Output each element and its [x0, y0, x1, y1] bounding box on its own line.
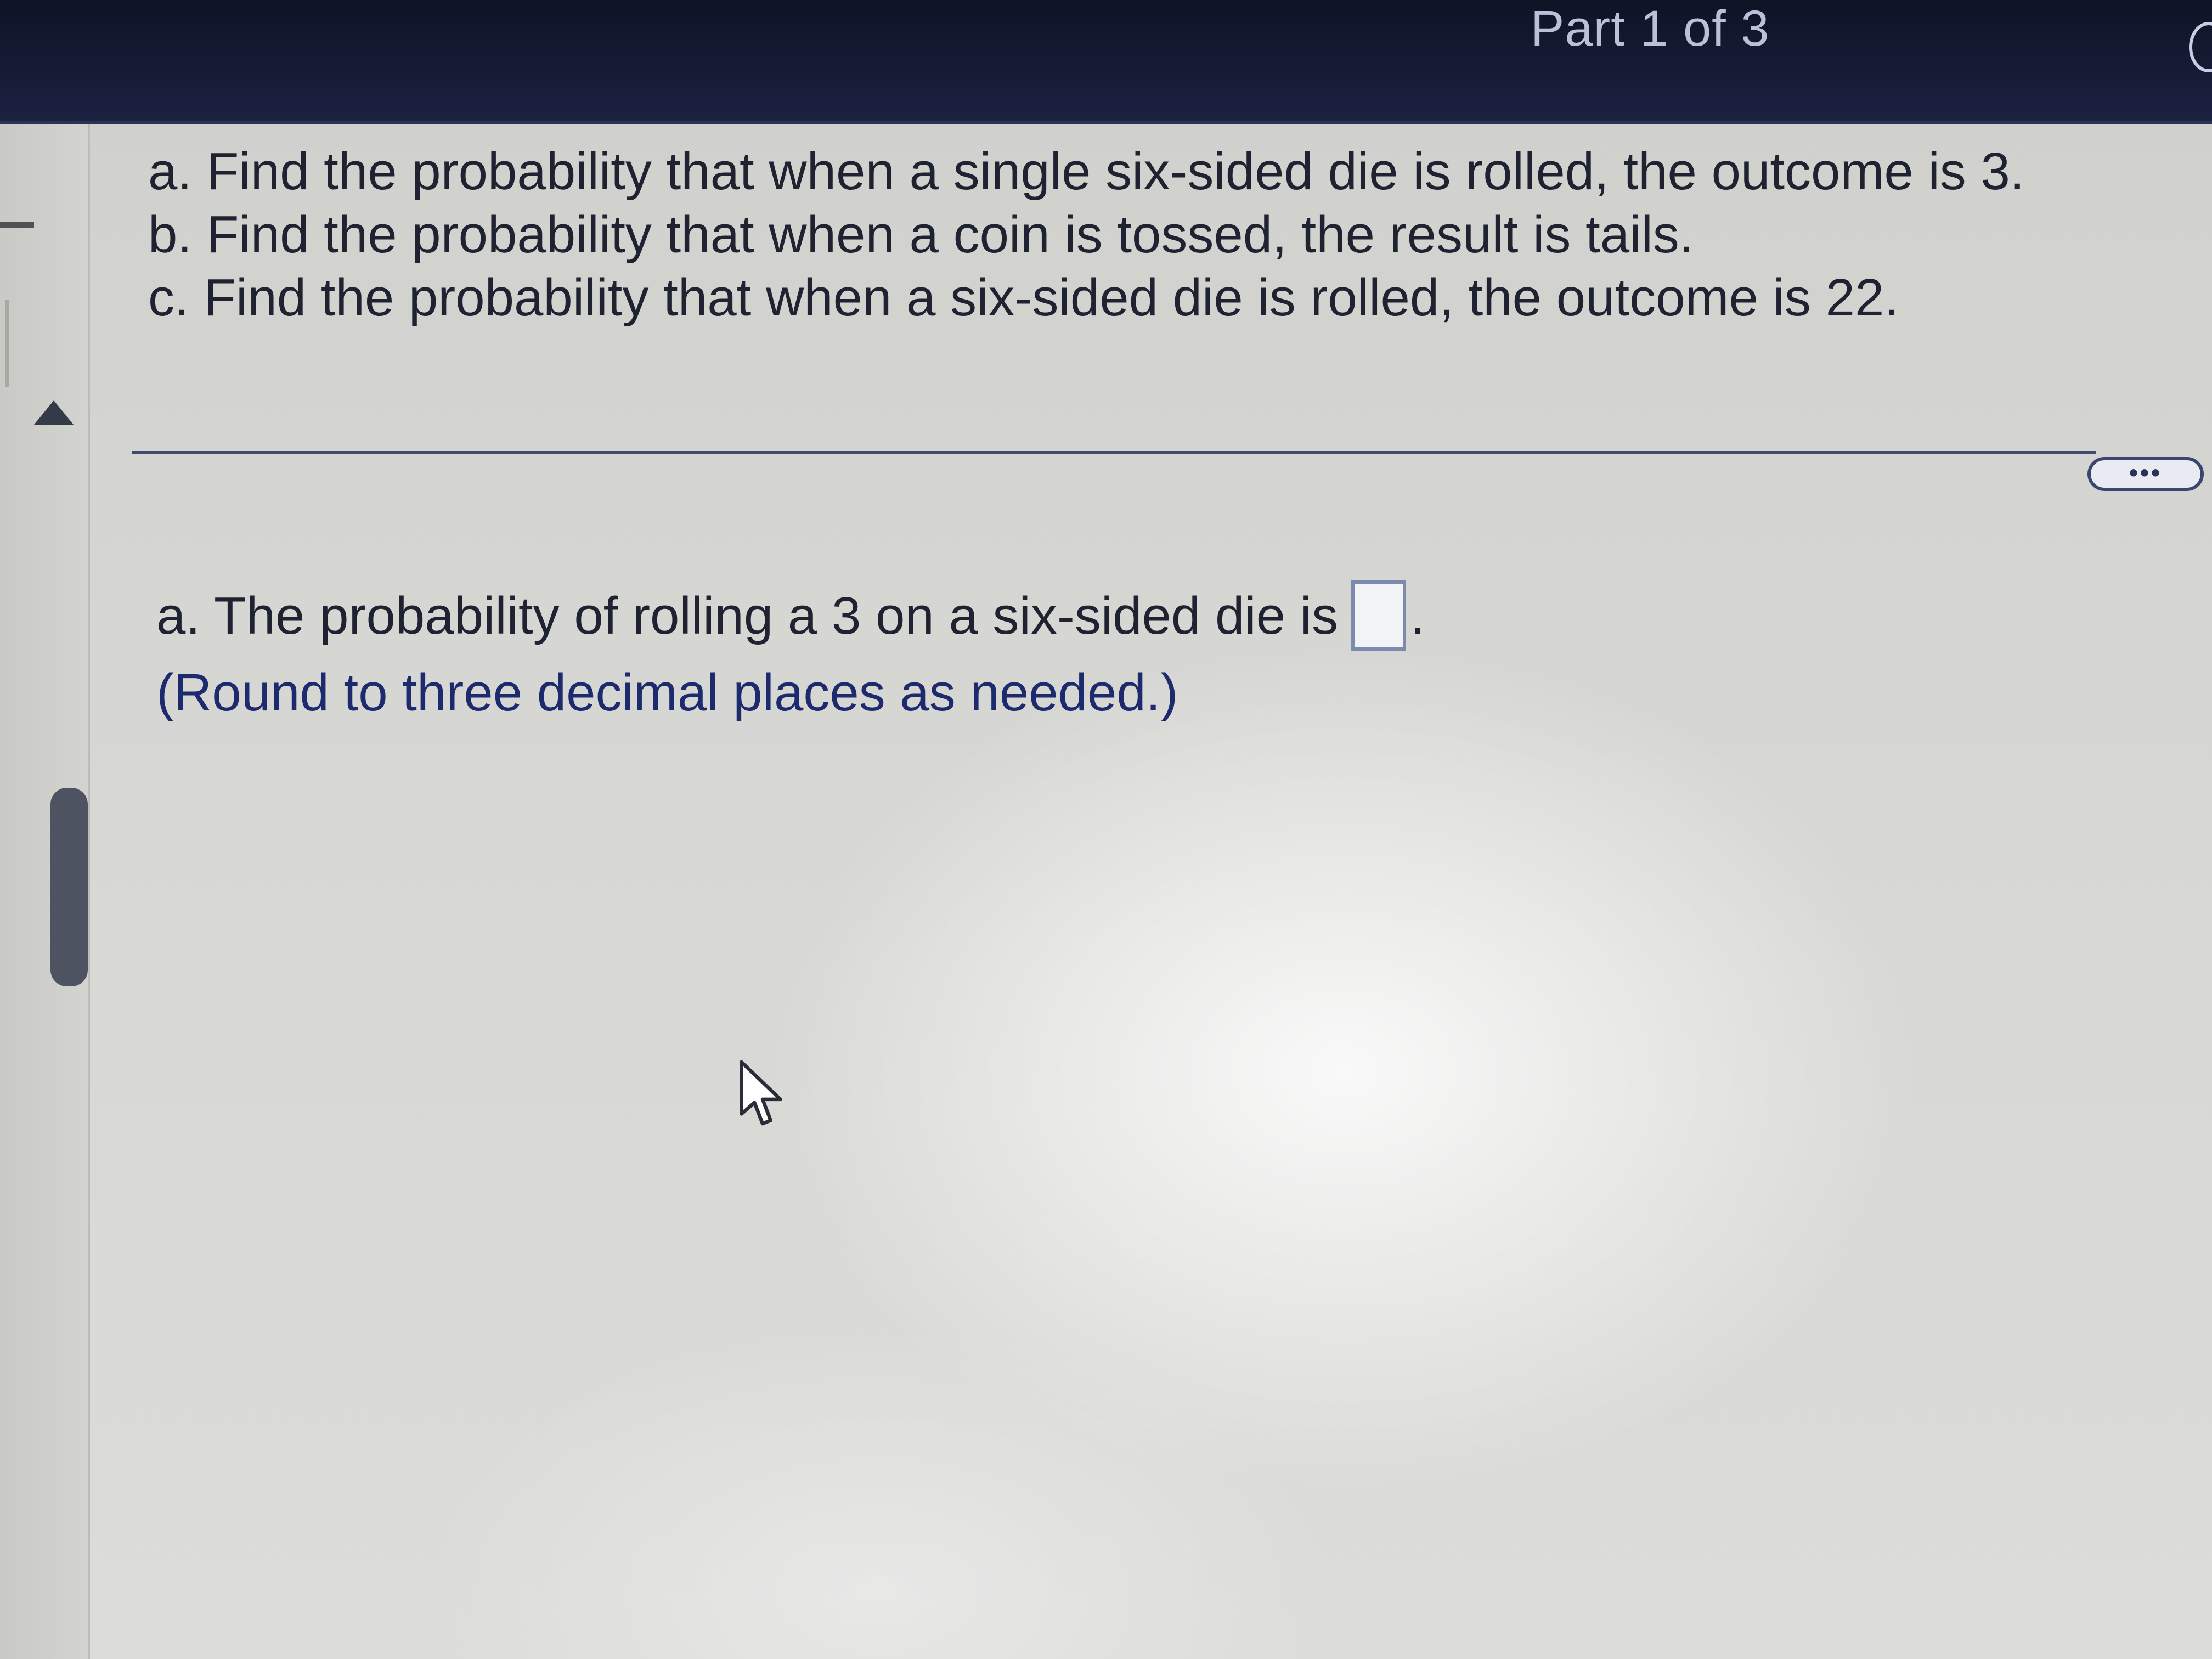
more-options-button[interactable]: ••• [2087, 457, 2204, 491]
triangle-up-icon[interactable] [34, 400, 74, 425]
section-divider [132, 451, 2096, 454]
answer-input[interactable] [1351, 580, 1407, 651]
mouse-pointer-icon [740, 1060, 782, 1126]
question-part-b: b. Find the probability that when a coin… [148, 205, 1694, 264]
answer-prompt: a. The probability of rolling a 3 on a s… [156, 586, 1339, 645]
answer-prompt-line: a. The probability of rolling a 3 on a s… [156, 580, 1802, 655]
screen: Part 1 of 3 a. Find the probability that… [0, 0, 2212, 1659]
header-bar: Part 1 of 3 [0, 0, 2212, 124]
panel-resize-handle[interactable] [0, 222, 34, 228]
rounding-hint: (Round to three decimal places as needed… [156, 663, 1178, 722]
rail-divider [5, 300, 9, 387]
question-part-a: a. Find the probability that when a sing… [148, 142, 2025, 201]
question-text: a. Find the probability that when a sing… [148, 140, 2068, 329]
part-indicator: Part 1 of 3 [1531, 1, 1770, 57]
answer-section: a. The probability of rolling a 3 on a s… [156, 580, 1802, 729]
scrollbar-thumb[interactable] [50, 788, 88, 986]
answer-suffix: . [1410, 586, 1425, 645]
question-part-c: c. Find the probability that when a six-… [148, 268, 1899, 327]
help-icon[interactable] [2189, 22, 2212, 72]
